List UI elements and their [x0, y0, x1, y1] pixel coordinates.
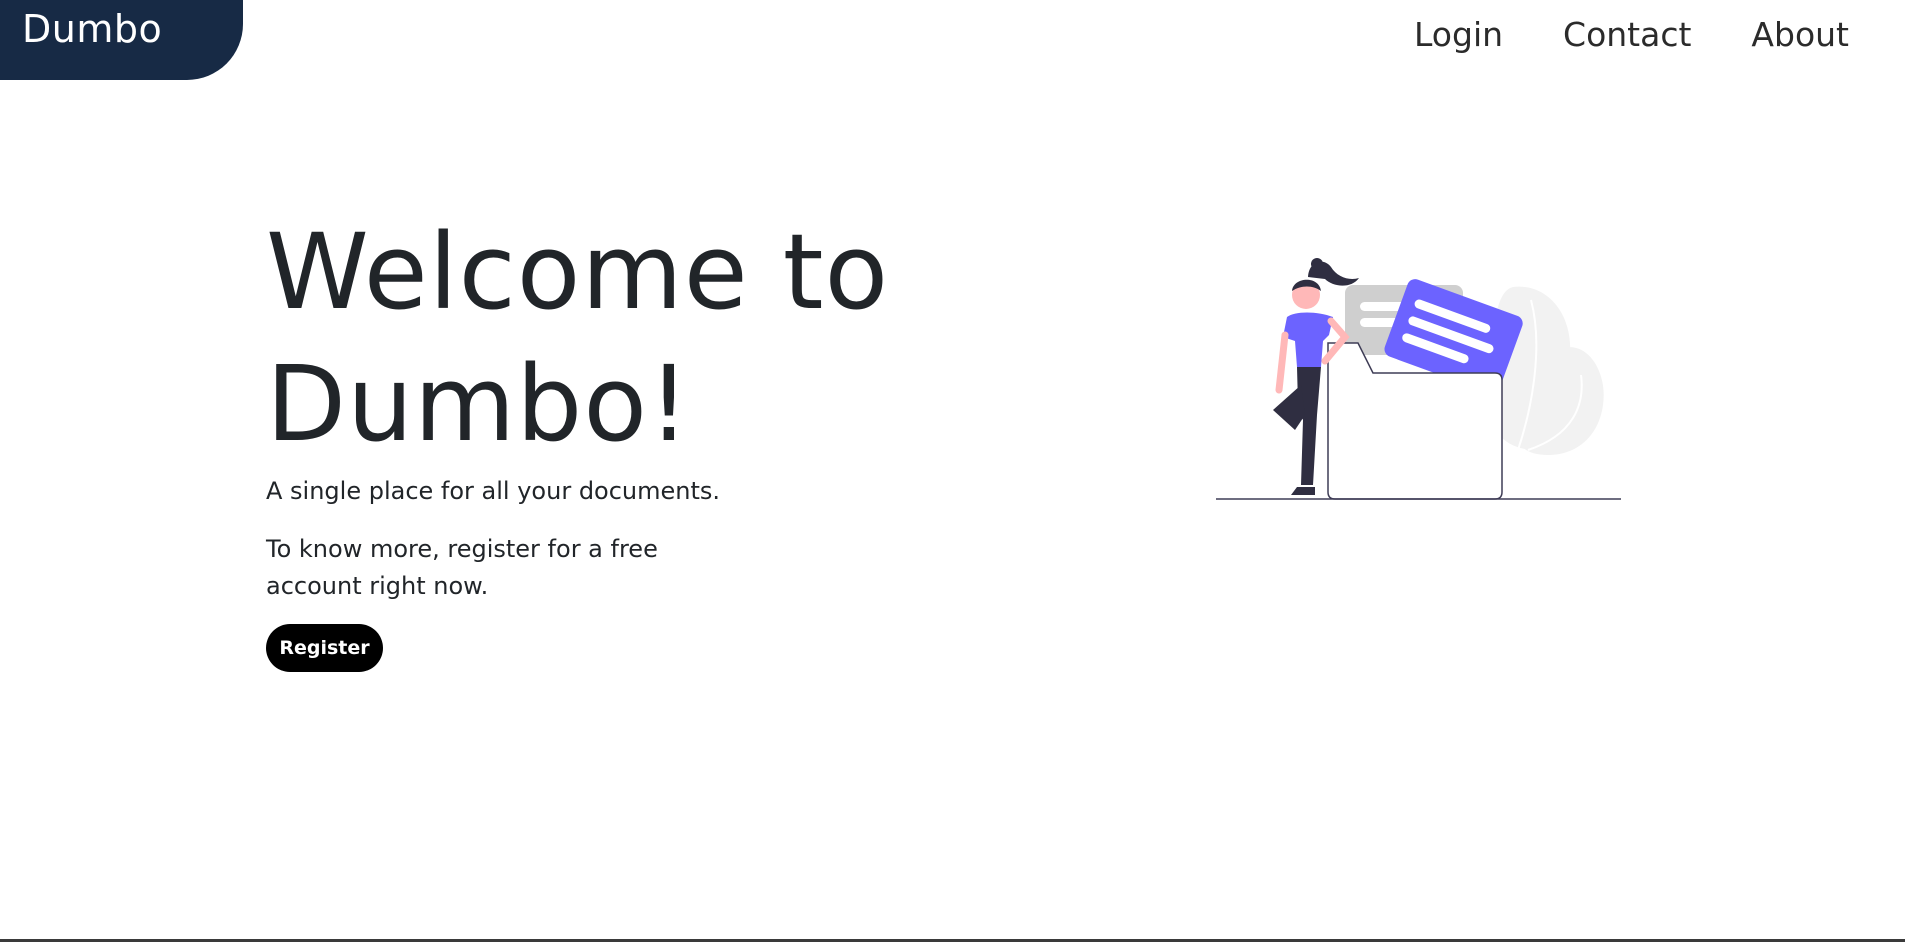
brand-name: Dumbo [22, 7, 163, 51]
brand-logo[interactable]: Dumbo [0, 0, 243, 80]
hero-title-line1: Welcome to [266, 211, 890, 333]
top-nav: Login Contact About [1414, 12, 1849, 58]
nav-about-link[interactable]: About [1751, 12, 1849, 58]
nav-contact-link[interactable]: Contact [1563, 12, 1691, 58]
hero-more-text: To know more, register for a free accoun… [266, 535, 658, 600]
hero-title-line2: Dumbo! [266, 343, 691, 465]
hero-subtitle: A single place for all your documents. [266, 477, 721, 505]
documents-illustration [1216, 258, 1621, 500]
hero-heading-block: Welcome to Dumbo! [266, 206, 1026, 470]
register-button[interactable]: Register [266, 624, 383, 672]
nav-login-link[interactable]: Login [1414, 12, 1503, 58]
hero-title: Welcome to Dumbo! [266, 206, 1026, 470]
